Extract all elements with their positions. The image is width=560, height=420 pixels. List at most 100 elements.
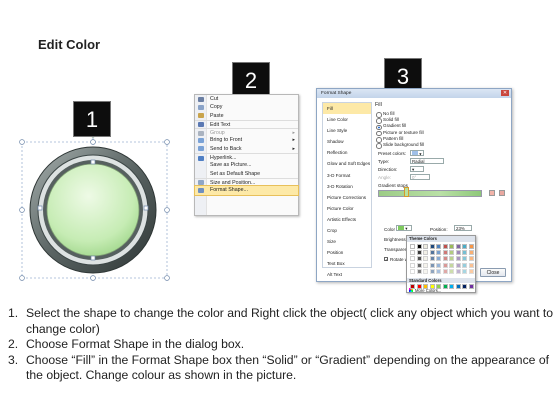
color-swatch[interactable] [468,244,474,249]
sidebar-item-crop[interactable]: Crop [323,225,371,236]
standard-color-swatch[interactable] [429,284,435,289]
color-swatch[interactable] [442,268,448,274]
sidebar-item-text-box[interactable]: Text Box [323,258,371,269]
sidebar-item-artistic-effects[interactable]: Artistic Effects [323,214,371,225]
sidebar-item-picture-color[interactable]: Picture Color [323,203,371,214]
color-swatch[interactable] [410,244,415,249]
color-swatch[interactable] [468,256,474,262]
color-swatch[interactable] [416,250,422,256]
standard-color-swatch[interactable] [455,284,461,289]
menu-item-set-as-default-shape[interactable]: Set as Default Shape [195,170,298,178]
color-swatch[interactable] [423,256,428,262]
sidebar-item-glow-and-soft-edges[interactable]: Glow and Soft Edges [323,158,371,169]
rotate-checkbox[interactable]: ✓ [384,257,388,262]
gradient-stops-bar[interactable] [378,190,482,197]
menu-item-bring-to-front[interactable]: Bring to Front ▸ [195,136,298,144]
color-swatch[interactable] [436,244,441,249]
standard-color-swatch[interactable] [410,284,415,289]
color-swatch[interactable] [429,256,435,262]
color-swatch[interactable] [416,262,422,268]
color-swatch[interactable] [462,268,467,274]
close-button[interactable]: Close [480,268,506,277]
color-swatch[interactable] [429,262,435,268]
color-swatch[interactable] [429,268,435,274]
color-swatch[interactable] [429,250,435,256]
sidebar-item-size[interactable]: Size [323,236,371,247]
color-swatch[interactable] [455,244,461,249]
color-swatch[interactable] [442,256,448,262]
menu-item-save-as-picture[interactable]: Save as Picture... [195,161,298,169]
color-swatch[interactable] [468,250,474,256]
color-swatch[interactable] [416,244,422,249]
sidebar-item-line-color[interactable]: Line Color [323,114,371,125]
standard-color-swatch[interactable] [449,284,454,289]
menu-item-cut[interactable]: Cut [195,95,298,103]
add-stop-icon[interactable] [489,190,495,196]
sidebar-item-fill[interactable]: Fill [323,103,371,115]
sidebar-item-picture-corrections[interactable]: Picture Corrections [323,192,371,203]
color-swatch[interactable] [468,268,474,274]
menu-item-hyperlink[interactable]: Hyperlink... [195,153,298,161]
angle-field[interactable]: 0° [410,174,430,180]
preset-colors-dropdown[interactable]: ▾ [410,150,424,156]
fill-option-slide-background-fill[interactable]: Slide background fill [375,142,509,150]
sidebar-item-line-style[interactable]: Line Style [323,125,371,136]
sidebar-item-3-d-format[interactable]: 3-D Format [323,170,371,181]
color-swatch[interactable] [442,244,448,249]
color-swatch[interactable] [436,262,441,268]
color-swatch[interactable] [442,262,448,268]
gradient-stop-handle[interactable] [404,187,409,197]
color-swatch[interactable] [468,262,474,268]
color-swatch[interactable] [436,256,441,262]
color-swatch[interactable] [410,250,415,256]
standard-color-swatch[interactable] [442,284,448,289]
sidebar-item-shadow[interactable]: Shadow [323,136,371,147]
menu-item-copy[interactable]: Copy [195,103,298,111]
sidebar-item-alt-text[interactable]: Alt Text [323,269,371,280]
color-dropdown[interactable]: ▾ [396,225,412,231]
type-dropdown[interactable]: Radial [410,158,444,164]
menu-item-paste[interactable]: Paste [195,112,298,120]
menu-item-group[interactable]: Group ▸ [195,128,298,136]
menu-item-format-shape[interactable]: Format Shape... [194,185,299,196]
color-swatch[interactable] [462,250,467,256]
sidebar-item-position[interactable]: Position [323,247,371,258]
color-swatch[interactable] [423,244,428,249]
selected-shape[interactable] [14,130,174,285]
color-swatch[interactable] [449,244,454,249]
color-swatch[interactable] [449,250,454,256]
color-swatch[interactable] [462,244,467,249]
color-swatch[interactable] [455,268,461,274]
menu-item-send-to-back[interactable]: Send to Back ▸ [195,145,298,153]
color-swatch[interactable] [416,256,422,262]
color-swatch[interactable] [436,268,441,274]
color-swatch[interactable] [423,262,428,268]
color-swatch[interactable] [449,256,454,262]
menu-item-size-and-position[interactable]: Size and Position... [195,177,298,186]
color-swatch[interactable] [449,262,454,268]
color-swatch[interactable] [455,256,461,262]
color-swatch[interactable] [423,268,428,274]
color-swatch[interactable] [423,250,428,256]
color-swatch[interactable] [462,262,467,268]
sidebar-item-3-d-rotation[interactable]: 3-D Rotation [323,181,371,192]
color-swatch[interactable] [410,268,415,274]
standard-color-swatch[interactable] [436,284,441,289]
menu-item-edit-text[interactable]: Edit Text [195,119,298,128]
color-swatch[interactable] [462,256,467,262]
standard-color-swatch[interactable] [462,284,467,289]
sidebar-item-reflection[interactable]: Reflection [323,147,371,158]
standard-color-swatch[interactable] [416,284,422,289]
color-swatch[interactable] [410,256,415,262]
position-field[interactable]: 23% [454,225,472,231]
color-swatch[interactable] [410,262,415,268]
color-swatch[interactable] [416,268,422,274]
color-swatch[interactable] [436,250,441,256]
direction-dropdown[interactable]: ▾ [410,166,424,172]
color-swatch[interactable] [455,262,461,268]
color-swatch[interactable] [449,268,454,274]
close-icon[interactable]: ✕ [501,90,509,96]
color-swatch[interactable] [455,250,461,256]
standard-color-swatch[interactable] [423,284,428,289]
color-swatch[interactable] [429,244,435,249]
